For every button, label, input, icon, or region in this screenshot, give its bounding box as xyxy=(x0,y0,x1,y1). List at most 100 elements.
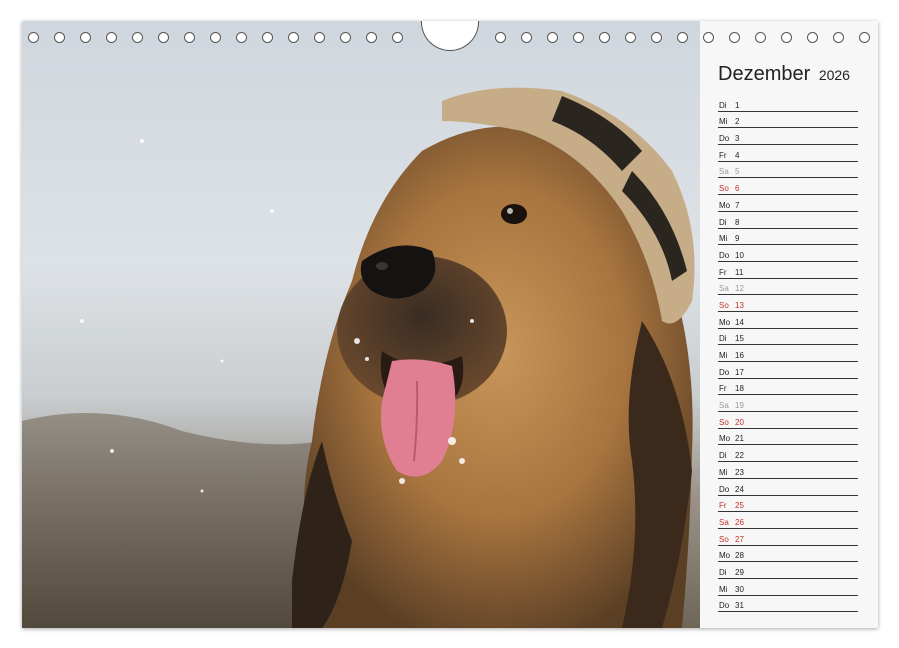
weekday-label: Mi xyxy=(719,467,728,477)
weekday-label: So xyxy=(719,534,729,544)
day-row: Di 22 xyxy=(718,445,858,463)
day-number: 3 xyxy=(735,134,740,144)
day-number: 16 xyxy=(735,351,744,360)
day-number: 20 xyxy=(735,417,744,427)
day-row: Di 8 xyxy=(718,212,858,229)
weekday-label: Fr xyxy=(719,501,727,511)
day-number: 21 xyxy=(735,434,744,444)
day-row: Sa 5 xyxy=(718,162,858,179)
weekday-label: Mo xyxy=(719,200,731,210)
day-row: Di 29 xyxy=(718,562,858,579)
dog-with-cap-icon xyxy=(22,87,695,628)
day-row: Mi 16 xyxy=(718,345,858,362)
weekday-label: Do xyxy=(719,134,730,144)
calendar-sidebar: Dezember 2026 Di 1 Mi 2 Do 3 Fr 4 Sa 5 So 6 Mo 7 Di 8 Mi… xyxy=(700,21,878,628)
day-number: 10 xyxy=(735,250,744,260)
weekday-label: Mi xyxy=(719,351,728,360)
day-number: 31 xyxy=(735,601,744,611)
weekday-label: Di xyxy=(719,334,727,344)
weekday-label: Mi xyxy=(719,234,728,244)
day-number: 18 xyxy=(735,384,744,394)
dog-photo xyxy=(22,21,700,628)
weekday-label: Fr xyxy=(719,150,727,160)
day-row: Mo 14 xyxy=(718,312,858,329)
day-number: 22 xyxy=(735,451,744,461)
day-row: Sa 12 xyxy=(718,279,858,296)
day-number: 9 xyxy=(735,234,740,244)
day-number: 26 xyxy=(735,517,744,527)
weekday-label: Do xyxy=(719,484,730,494)
year-label: 2026 xyxy=(818,67,850,83)
weekday-label: Mo xyxy=(719,551,731,561)
day-number: 27 xyxy=(735,534,744,544)
day-row: So 6 xyxy=(718,178,858,196)
weekday-label: Mi xyxy=(719,117,728,127)
day-number: 13 xyxy=(735,300,744,310)
month-title: Dezember 2026 xyxy=(718,63,850,86)
day-number: 4 xyxy=(735,150,740,160)
day-row: Do 3 xyxy=(718,128,858,146)
day-row: Fr 25 xyxy=(718,496,858,513)
day-row: So 20 xyxy=(718,412,858,429)
weekday-label: So xyxy=(719,300,729,310)
day-row: Mi 23 xyxy=(718,462,858,479)
day-number: 19 xyxy=(735,401,744,411)
day-row: Do 17 xyxy=(718,362,858,379)
day-row: Do 31 xyxy=(718,596,858,613)
day-row: Di 15 xyxy=(718,329,858,346)
weekday-label: Fr xyxy=(719,267,727,277)
day-number: 29 xyxy=(735,567,744,577)
weekday-label: So xyxy=(719,417,729,427)
day-row: Do 10 xyxy=(718,245,858,262)
day-number: 25 xyxy=(735,501,744,511)
weekday-label: Sa xyxy=(719,284,729,294)
weekday-label: Mo xyxy=(719,434,731,444)
weekday-label: Sa xyxy=(719,517,729,527)
day-row: Mo 7 xyxy=(718,195,858,212)
day-number: 6 xyxy=(735,184,740,194)
day-row: Mi 30 xyxy=(718,579,858,596)
day-row: So 13 xyxy=(718,295,858,312)
weekday-label: Sa xyxy=(719,167,729,177)
weekday-label: Do xyxy=(719,601,730,611)
day-number: 2 xyxy=(735,117,740,127)
month-name: Dezember xyxy=(718,63,811,85)
weekday-label: Di xyxy=(719,451,727,461)
day-number: 14 xyxy=(735,317,744,327)
day-number: 15 xyxy=(735,334,744,344)
weekday-label: Di xyxy=(719,567,727,577)
calendar-page: Dezember 2026 Di 1 Mi 2 Do 3 Fr 4 Sa 5 So 6 Mo 7 Di 8 Mi… xyxy=(22,21,878,628)
day-number: 24 xyxy=(735,484,744,494)
day-number: 5 xyxy=(735,167,740,177)
day-list: Di 1 Mi 2 Do 3 Fr 4 Sa 5 So 6 Mo 7 Di 8 Mi 9 Do 10 Fr 11 Sa 12 S… xyxy=(718,95,858,613)
day-number: 1 xyxy=(735,100,740,110)
day-row: Do 24 xyxy=(718,479,858,496)
weekday-label: Do xyxy=(719,250,730,260)
day-number: 12 xyxy=(735,284,744,294)
weekday-label: Do xyxy=(719,367,730,377)
weekday-label: Mi xyxy=(719,584,728,594)
weekday-label: Fr xyxy=(719,384,727,394)
day-row: Mo 21 xyxy=(718,429,858,446)
weekday-label: Sa xyxy=(719,401,729,411)
weekday-label: Mo xyxy=(719,317,731,327)
day-number: 7 xyxy=(735,200,740,210)
day-row: Sa 26 xyxy=(718,512,858,529)
day-row: Mo 28 xyxy=(718,546,858,563)
weekday-label: Di xyxy=(719,100,727,110)
day-number: 30 xyxy=(735,584,744,594)
day-number: 28 xyxy=(735,551,744,561)
day-number: 8 xyxy=(735,217,740,227)
day-row: Sa 19 xyxy=(718,395,858,413)
weekday-label: So xyxy=(719,184,729,194)
weekday-label: Di xyxy=(719,217,727,227)
day-number: 17 xyxy=(735,367,744,377)
day-row: Fr 4 xyxy=(718,145,858,162)
day-row: So 27 xyxy=(718,529,858,546)
day-row: Mi 2 xyxy=(718,112,858,129)
day-row: Mi 9 xyxy=(718,229,858,246)
day-number: 23 xyxy=(735,467,744,477)
day-number: 11 xyxy=(735,267,744,277)
day-row: Fr 18 xyxy=(718,379,858,396)
day-row: Di 1 xyxy=(718,95,858,112)
